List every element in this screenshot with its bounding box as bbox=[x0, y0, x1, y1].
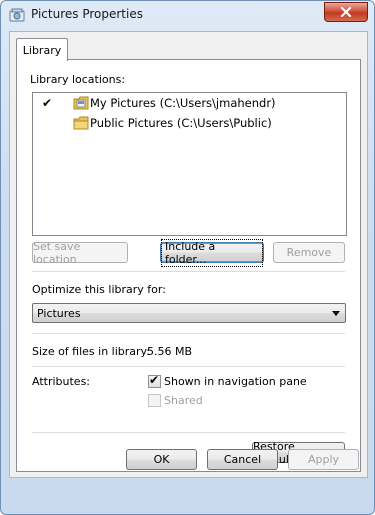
include-folder-label: Include a folder... bbox=[161, 238, 263, 267]
ok-button[interactable]: OK bbox=[126, 449, 197, 470]
shared-label: Shared bbox=[164, 394, 203, 407]
library-locations-list[interactable]: ✔ My Pictures (C:\Users\jmahendr) Public… bbox=[32, 92, 347, 236]
folder-icon bbox=[73, 116, 89, 130]
properties-window: Pictures Properties Library Library loca… bbox=[0, 0, 375, 515]
folder-icon bbox=[73, 96, 89, 110]
location-text: My Pictures (C:\Users\jmahendr) bbox=[90, 96, 276, 110]
tab-library-label: Library bbox=[22, 43, 62, 57]
pictures-library-icon bbox=[9, 8, 25, 22]
remove-label: Remove bbox=[286, 246, 332, 259]
separator bbox=[32, 271, 345, 272]
set-save-location-button[interactable]: Set save location bbox=[32, 239, 128, 266]
optimize-label: Optimize this library for: bbox=[32, 283, 166, 296]
dialog-content: Library Library locations: ✔ My Pictures… bbox=[9, 31, 368, 478]
set-save-location-label: Set save location bbox=[33, 239, 81, 266]
attributes-label: Attributes: bbox=[32, 375, 91, 388]
optimize-select[interactable]: Pictures bbox=[32, 303, 346, 323]
checkmark-icon: ✔ bbox=[149, 373, 160, 387]
shared-checkbox[interactable] bbox=[148, 394, 161, 407]
window-title: Pictures Properties bbox=[31, 7, 143, 21]
apply-button[interactable]: Apply bbox=[288, 449, 359, 470]
close-button[interactable] bbox=[324, 2, 368, 22]
close-icon bbox=[340, 7, 352, 17]
tab-library[interactable]: Library bbox=[16, 38, 68, 61]
location-text: Public Pictures (C:\Users\Public) bbox=[90, 116, 272, 130]
separator bbox=[32, 333, 345, 334]
save-location-check-icon: ✔ bbox=[42, 96, 53, 110]
title-bar[interactable]: Pictures Properties bbox=[1, 1, 374, 31]
separator bbox=[32, 432, 345, 433]
list-item[interactable]: ✔ My Pictures (C:\Users\jmahendr) bbox=[33, 93, 333, 113]
include-folder-button[interactable]: Include a folder... bbox=[160, 238, 264, 267]
optimize-select-value: Pictures bbox=[37, 307, 81, 320]
shown-in-navigation-pane-label: Shown in navigation pane bbox=[164, 375, 307, 388]
library-panel: Library locations: ✔ My Pictures (C:\Use… bbox=[16, 59, 361, 472]
library-locations-label: Library locations: bbox=[30, 73, 126, 86]
size-label: Size of files in library: bbox=[32, 345, 150, 358]
apply-label: Apply bbox=[307, 453, 340, 466]
list-item[interactable]: Public Pictures (C:\Users\Public) bbox=[33, 113, 333, 133]
chevron-down-icon bbox=[332, 311, 340, 316]
remove-button[interactable]: Remove bbox=[273, 242, 345, 263]
cancel-label: Cancel bbox=[223, 453, 262, 466]
size-value: 5.56 MB bbox=[147, 345, 193, 358]
separator bbox=[32, 366, 345, 367]
shown-in-navigation-pane-checkbox[interactable]: ✔ bbox=[148, 373, 161, 388]
cancel-button[interactable]: Cancel bbox=[207, 449, 278, 470]
ok-label: OK bbox=[153, 453, 170, 466]
